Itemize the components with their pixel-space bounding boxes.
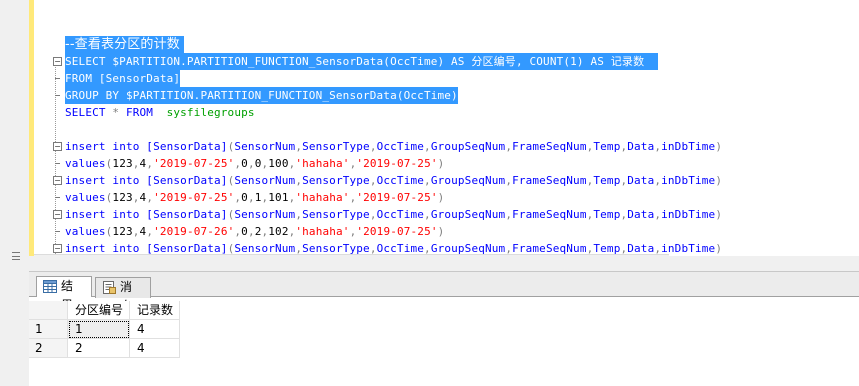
query-editor[interactable]: --查看表分区的计数 SELECT $PARTITION.PARTITION_F… (0, 0, 859, 256)
code-text: values(123,4,'2019-07-25',0,1,101,'hahah… (65, 191, 445, 204)
outline-tick (55, 78, 60, 79)
tab-messages[interactable]: 消息 (95, 277, 151, 313)
outline-tick (55, 231, 60, 232)
code-line[interactable]: insert into [SensorData](SensorNum,Senso… (34, 206, 859, 223)
code-text: --查看表分区的计数 (65, 36, 185, 53)
code-area[interactable]: --查看表分区的计数 SELECT $PARTITION.PARTITION_F… (34, 0, 859, 256)
splitter-grip-icon[interactable] (12, 252, 20, 260)
code-line[interactable]: SELECT * FROM sysfilegroups (34, 104, 859, 121)
code-text: values(123,4,'2019-07-25',0,0,100,'hahah… (65, 157, 445, 170)
results-pane: 结果 消息 分区编号 记录数 1 1 4 2 2 4 (29, 271, 859, 386)
grid-cell[interactable]: 4 (130, 339, 180, 358)
pane-splitter[interactable] (29, 256, 859, 271)
grid-cell[interactable]: 1 (68, 320, 130, 339)
code-line[interactable]: FROM [SensorData] (34, 70, 859, 87)
code-line[interactable]: GROUP BY $PARTITION.PARTITION_FUNCTION_S… (34, 87, 859, 104)
grid-cell[interactable]: 2 (68, 339, 130, 358)
tab-results[interactable]: 结果 (36, 276, 92, 312)
results-tabbar: 结果 消息 (29, 272, 859, 313)
code-text: GROUP BY $PARTITION.PARTITION_FUNCTION_S… (65, 87, 458, 104)
editor-gutter (0, 0, 29, 256)
code-line[interactable]: values(123,4,'2019-07-25',0,0,100,'hahah… (34, 155, 859, 172)
grid-icon (43, 280, 57, 293)
row-header[interactable]: 1 (29, 320, 68, 339)
code-line[interactable]: insert into [SensorData](SensorNum,Senso… (34, 172, 859, 189)
code-line[interactable]: values(123,4,'2019-07-25',0,1,101,'hahah… (34, 189, 859, 206)
messages-icon (103, 281, 116, 294)
code-line[interactable]: --查看表分区的计数 (34, 36, 859, 53)
code-line[interactable]: insert into [SensorData](SensorNum,Senso… (34, 138, 859, 155)
outline-tick (55, 197, 60, 198)
grid-corner[interactable] (29, 301, 68, 320)
column-header-partition-number[interactable]: 分区编号 (68, 301, 130, 320)
code-text: values(123,4,'2019-07-26',0,2,102,'hahah… (65, 225, 445, 238)
collapse-icon[interactable]: − (53, 142, 62, 151)
code-line[interactable]: SELECT $PARTITION.PARTITION_FUNCTION_Sen… (34, 53, 859, 70)
column-header-record-count[interactable]: 记录数 (130, 301, 180, 320)
row-header[interactable]: 2 (29, 339, 68, 358)
code-text: SELECT * FROM sysfilegroups (65, 106, 255, 119)
code-text: SELECT $PARTITION.PARTITION_FUNCTION_Sen… (65, 53, 658, 70)
code-text: insert into [SensorData](SensorNum,Senso… (65, 208, 723, 221)
code-text: FROM [SensorData] (65, 70, 181, 87)
code-text: insert into [SensorData](SensorNum,Senso… (65, 174, 723, 187)
outline-tick (55, 95, 60, 96)
code-line[interactable] (34, 121, 859, 138)
collapse-icon[interactable]: − (53, 176, 62, 185)
outline-tick (55, 163, 60, 164)
collapse-icon[interactable]: − (53, 57, 62, 66)
code-text: insert into [SensorData](SensorNum,Senso… (65, 140, 723, 153)
left-margin-strip (0, 256, 29, 386)
grid-cell[interactable]: 4 (130, 320, 180, 339)
collapse-icon[interactable]: − (53, 210, 62, 219)
collapse-icon[interactable]: − (53, 244, 62, 253)
code-line[interactable]: values(123,4,'2019-07-26',0,2,102,'hahah… (34, 223, 859, 240)
